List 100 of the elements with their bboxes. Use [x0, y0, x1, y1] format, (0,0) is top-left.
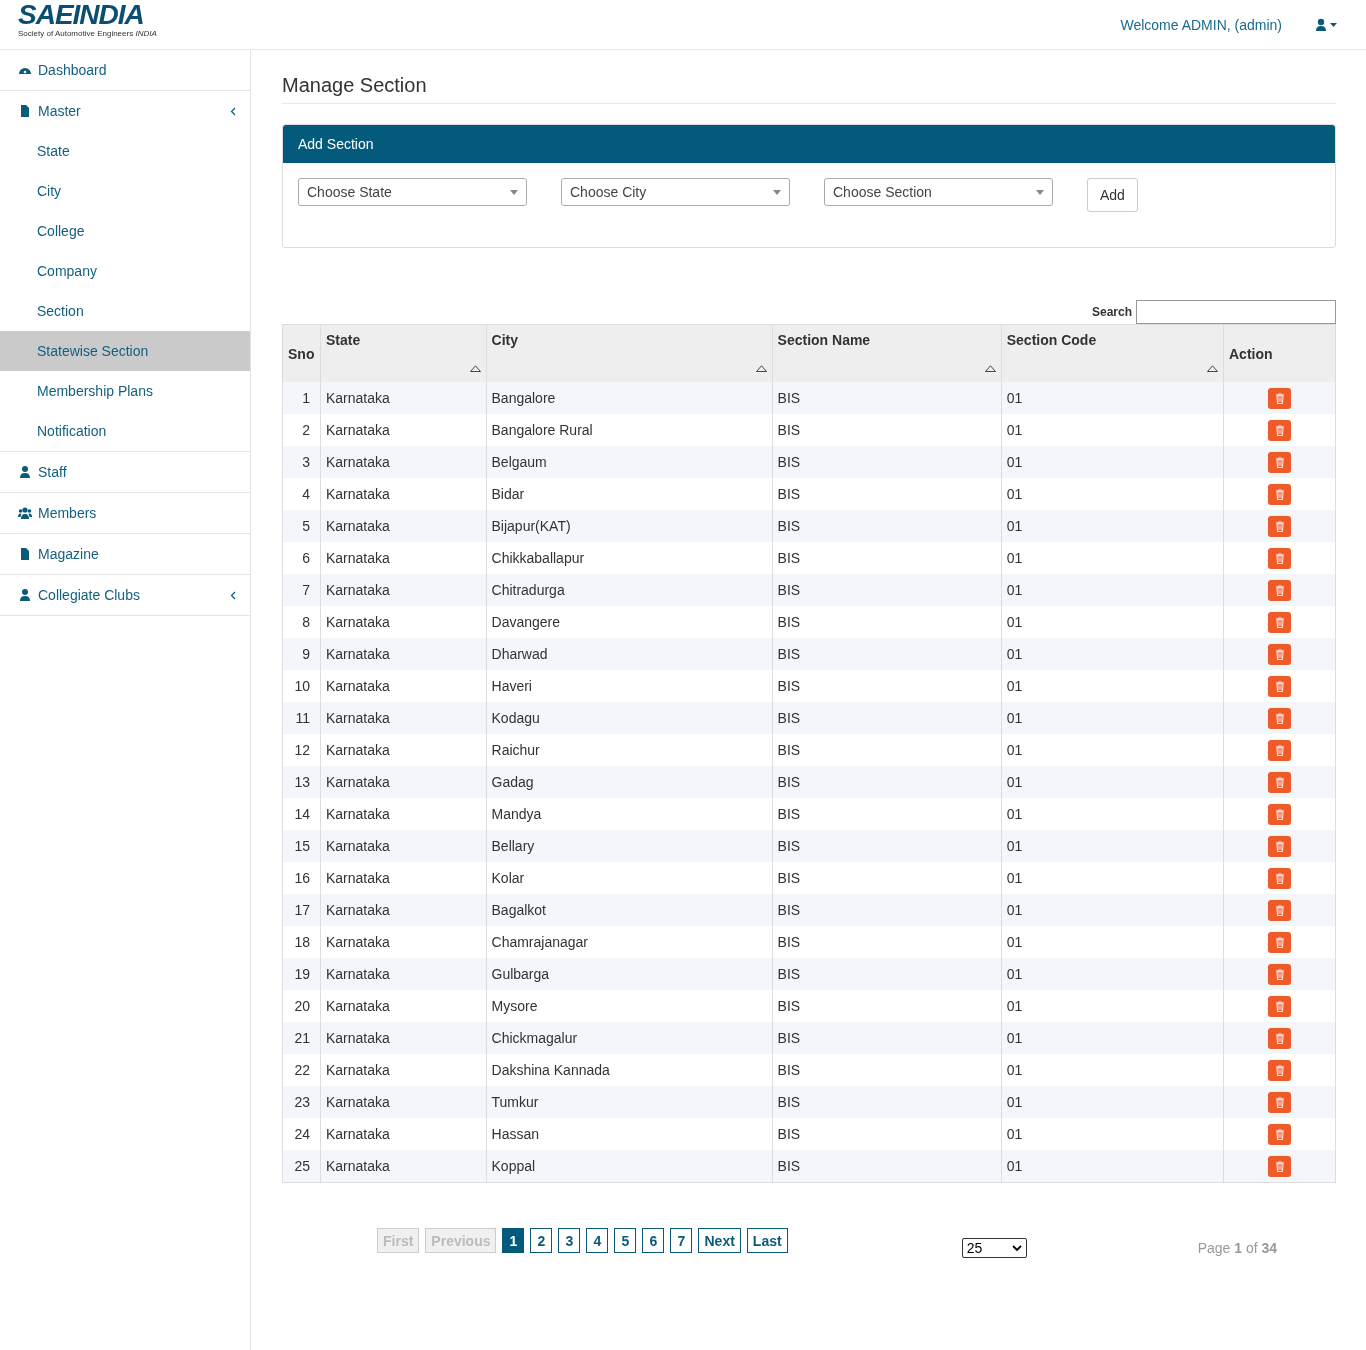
delete-button[interactable]: [1268, 1091, 1291, 1113]
table-cell: 19: [282, 958, 321, 990]
chevron-down-icon: [1011, 1245, 1022, 1251]
delete-button[interactable]: [1268, 1123, 1291, 1145]
sidebar-subitem[interactable]: City: [0, 171, 250, 211]
pagination-button[interactable]: 2: [530, 1228, 553, 1253]
delete-button[interactable]: [1268, 611, 1291, 633]
delete-button[interactable]: [1268, 387, 1291, 409]
trash-icon: [1274, 904, 1285, 916]
trash-icon: [1274, 1000, 1285, 1012]
caret-icon: [1036, 189, 1044, 195]
delete-button[interactable]: [1268, 931, 1291, 953]
pagination-button[interactable]: 1: [502, 1228, 525, 1253]
delete-button[interactable]: [1268, 707, 1291, 729]
table-cell: 01: [1001, 1150, 1224, 1183]
delete-button[interactable]: [1268, 451, 1291, 473]
column-header[interactable]: City: [486, 324, 773, 382]
trash-icon: [1274, 488, 1285, 500]
trash-icon: [1274, 840, 1285, 852]
delete-button[interactable]: [1268, 483, 1291, 505]
column-header[interactable]: Section Name: [772, 324, 1002, 382]
delete-button[interactable]: [1268, 771, 1291, 793]
trash-icon: [1274, 552, 1285, 564]
pagination-button[interactable]: 6: [642, 1228, 665, 1253]
column-header[interactable]: State: [320, 324, 486, 382]
table-cell: BIS: [772, 382, 1002, 414]
pagination-button[interactable]: 4: [586, 1228, 609, 1253]
trash-icon: [1274, 808, 1285, 820]
delete-button[interactable]: [1268, 867, 1291, 889]
table-cell: BIS: [772, 894, 1002, 926]
table-cell: BIS: [772, 1022, 1002, 1054]
trash-icon: [1274, 616, 1285, 628]
table-cell: Bellary: [486, 830, 773, 862]
table-cell: BIS: [772, 958, 1002, 990]
search-field[interactable]: [1136, 300, 1336, 324]
delete-button[interactable]: [1268, 739, 1291, 761]
trash-icon: [1274, 1096, 1285, 1108]
delete-button[interactable]: [1268, 1059, 1291, 1081]
table-cell: BIS: [772, 638, 1002, 670]
sidebar-item[interactable]: Members: [0, 493, 250, 533]
table-cell: Karnataka: [320, 958, 486, 990]
delete-button[interactable]: [1268, 995, 1291, 1017]
sidebar-item[interactable]: Staff: [0, 452, 250, 492]
delete-button[interactable]: [1268, 963, 1291, 985]
sidebar-item[interactable]: Master: [0, 91, 250, 131]
caret-icon: [510, 189, 518, 195]
user-icon: [1316, 17, 1338, 32]
page-size-select[interactable]: 25: [961, 1238, 1027, 1258]
delete-button[interactable]: [1268, 515, 1291, 537]
column-header[interactable]: Section Code: [1001, 324, 1224, 382]
table-cell: 17: [282, 894, 321, 926]
delete-button[interactable]: [1268, 547, 1291, 569]
pagination-button[interactable]: 3: [558, 1228, 581, 1253]
pagination-button[interactable]: Next: [698, 1228, 741, 1253]
delete-button[interactable]: [1268, 675, 1291, 697]
pagination-button[interactable]: Last: [746, 1228, 788, 1253]
table-cell: Belgaum: [486, 446, 773, 478]
select-dropdown[interactable]: Choose Section: [824, 178, 1053, 206]
sidebar-subitem[interactable]: College: [0, 211, 250, 251]
table-cell: Karnataka: [320, 1022, 486, 1054]
page-title: Manage Section: [282, 68, 1336, 104]
table-cell: 15: [282, 830, 321, 862]
chevron-icon: [230, 590, 236, 600]
delete-button[interactable]: [1268, 1027, 1291, 1049]
trash-icon: [1274, 424, 1285, 436]
sidebar-subitem[interactable]: State: [0, 131, 250, 171]
chevron-icon: [230, 106, 236, 116]
sidebar-subitem[interactable]: Section: [0, 291, 250, 331]
add-button[interactable]: Add: [1087, 178, 1138, 212]
sidebar-subitem[interactable]: Membership Plans: [0, 371, 250, 411]
sort-icon: [469, 365, 481, 372]
table-cell: 11: [282, 702, 321, 734]
trash-icon: [1274, 872, 1285, 884]
delete-button[interactable]: [1268, 579, 1291, 601]
select-dropdown[interactable]: Choose City: [561, 178, 790, 206]
delete-button[interactable]: [1268, 835, 1291, 857]
table-cell: 01: [1001, 702, 1224, 734]
table-cell: BIS: [772, 702, 1002, 734]
table-cell: BIS: [772, 510, 1002, 542]
sidebar-item[interactable]: Collegiate Clubs: [0, 575, 250, 615]
select-dropdown[interactable]: Choose State: [298, 178, 527, 206]
pagination-button[interactable]: 7: [670, 1228, 693, 1253]
panel-header: Add Section: [283, 125, 1335, 163]
table-cell: Karnataka: [320, 830, 486, 862]
table-cell: Karnataka: [320, 1086, 486, 1118]
delete-button[interactable]: [1268, 1155, 1291, 1177]
table-cell: Bagalkot: [486, 894, 773, 926]
delete-button[interactable]: [1268, 803, 1291, 825]
delete-button[interactable]: [1268, 643, 1291, 665]
table-cell: Bijapur(KAT): [486, 510, 773, 542]
delete-button[interactable]: [1268, 899, 1291, 921]
sidebar-item[interactable]: Magazine: [0, 534, 250, 574]
delete-button[interactable]: [1268, 419, 1291, 441]
trash-icon: [1274, 392, 1285, 404]
sidebar-item[interactable]: Dashboard: [0, 50, 250, 90]
sidebar-subitem[interactable]: Notification: [0, 411, 250, 451]
pagination-button[interactable]: 5: [614, 1228, 637, 1253]
sidebar-subitem[interactable]: Company: [0, 251, 250, 291]
sidebar-subitem[interactable]: Statewise Section: [0, 331, 250, 371]
user-menu-button[interactable]: [1316, 17, 1338, 32]
